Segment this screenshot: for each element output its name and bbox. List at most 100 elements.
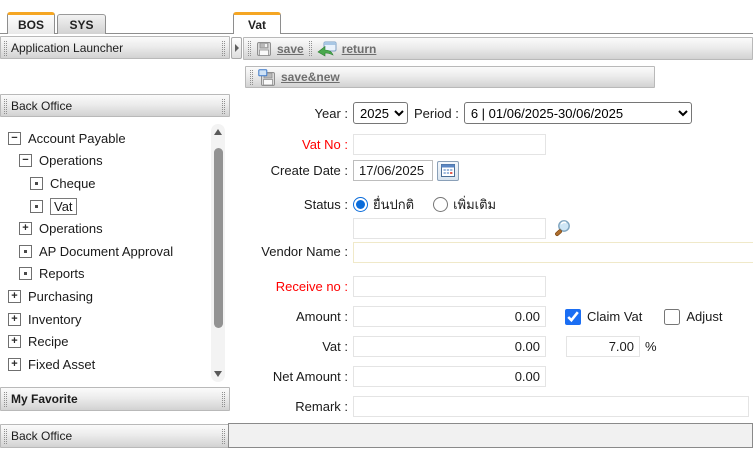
tree-item: + Fixed Asset — [0, 353, 208, 376]
application-launcher-title: Application Launcher — [1, 41, 123, 55]
tree-item: −Account Payable — [0, 127, 208, 150]
floppy-disk-new-icon — [258, 69, 276, 86]
remark-input[interactable] — [353, 396, 749, 417]
adjust-label[interactable]: Adjust — [686, 309, 722, 324]
scroll-down-icon[interactable] — [214, 371, 222, 377]
save-button[interactable]: save — [256, 41, 304, 57]
collapse-minus-icon[interactable]: − — [19, 154, 32, 167]
status-normal-radio[interactable] — [353, 197, 368, 212]
tree-item-ap-document-approval[interactable]: AP Document Approval — [39, 244, 173, 259]
save-button-label: save — [277, 42, 304, 56]
main-toolbar: save return — [243, 37, 753, 60]
adjust-checkbox[interactable] — [664, 309, 680, 325]
net-amount-input[interactable] — [353, 366, 546, 387]
remark-row: Remark : — [232, 396, 749, 417]
tree-item-cheque[interactable]: Cheque — [50, 176, 96, 191]
collapse-minus-icon[interactable]: − — [8, 132, 21, 145]
save-and-new-button[interactable]: save&new — [258, 69, 340, 86]
expand-plus-icon[interactable]: + — [8, 290, 21, 303]
tree-item-inventory[interactable]: Inventory — [28, 312, 81, 327]
receive-no-label: Receive no : — [232, 279, 348, 294]
vat-no-label: Vat No : — [232, 137, 348, 152]
scrollbar-thumb[interactable] — [214, 148, 223, 328]
tree-item: + Recipe — [0, 330, 208, 353]
gripper-icon — [4, 99, 7, 114]
gripper-icon — [4, 41, 7, 56]
leaf-node-icon — [19, 267, 32, 280]
receive-no-input[interactable] — [353, 276, 546, 297]
status-additional-label[interactable]: เพิ่มเติม — [453, 194, 496, 215]
adjust-wrap: Adjust — [664, 309, 722, 325]
vat-no-row: Vat No : — [232, 134, 546, 155]
net-amount-label: Net Amount : — [232, 369, 348, 384]
tree-scrollbar[interactable] — [211, 124, 225, 382]
status-additional-radio[interactable] — [433, 197, 448, 212]
status-normal-label[interactable]: ยื่นปกติ — [373, 194, 414, 215]
claim-vat-wrap: Claim Vat — [565, 309, 642, 325]
tree-item: AP Document Approval — [0, 240, 208, 263]
scroll-up-icon[interactable] — [214, 129, 222, 135]
application-launcher-header[interactable]: Application Launcher — [0, 36, 230, 59]
tree-item-operations[interactable]: Operations — [39, 153, 103, 168]
expand-plus-icon[interactable]: + — [8, 358, 21, 371]
vat-no-input[interactable] — [353, 134, 546, 155]
vendor-controls — [353, 218, 753, 263]
expand-plus-icon[interactable]: + — [8, 335, 21, 348]
amount-label: Amount : — [232, 309, 348, 324]
vat-label: Vat : — [232, 339, 348, 354]
tree-item-operations-2[interactable]: Operations — [39, 221, 103, 236]
my-favorite-title: My Favorite — [1, 392, 78, 406]
back-office-panel-header[interactable]: Back Office — [0, 94, 230, 117]
back-office-bottom-panel-header[interactable]: Back Office — [0, 424, 230, 448]
expand-plus-icon[interactable]: + — [8, 313, 21, 326]
gripper-icon — [250, 70, 253, 85]
gripper-icon — [222, 429, 225, 444]
vendor-code-line — [353, 218, 753, 239]
year-period-row: Year : 2025 Period : 6 | 01/06/2025-30/0… — [232, 102, 692, 124]
vat-rate-input[interactable] — [566, 336, 640, 357]
tree-item-vat-selected[interactable]: Vat — [50, 198, 77, 215]
leaf-node-icon — [30, 200, 43, 213]
tree-item-reports[interactable]: Reports — [39, 266, 85, 281]
period-select[interactable]: 6 | 01/06/2025-30/06/2025 — [464, 102, 692, 124]
secondary-toolbar: save&new — [245, 66, 655, 88]
create-date-label: Create Date : — [232, 163, 348, 178]
leaf-node-icon — [19, 245, 32, 258]
status-radio-group: ยื่นปกติ เพิ่มเติม — [353, 194, 506, 215]
toolbar-collapse-button[interactable] — [231, 37, 242, 59]
gripper-icon — [309, 41, 312, 56]
expand-plus-icon[interactable]: + — [19, 222, 32, 235]
tree-item-purchasing[interactable]: Purchasing — [28, 289, 93, 304]
return-button[interactable]: return — [317, 41, 377, 57]
vendor-name-input[interactable] — [353, 242, 753, 263]
tree-item-fixed-asset[interactable]: Fixed Asset — [28, 357, 95, 372]
vat-amount-row: Vat : % — [232, 336, 657, 357]
tab-sys[interactable]: SYS — [57, 14, 106, 34]
amount-input[interactable] — [353, 306, 546, 327]
tree-item: + Operations — [0, 217, 208, 240]
year-select[interactable]: 2025 — [353, 102, 408, 124]
gripper-icon — [222, 99, 225, 114]
tree-item: Reports — [0, 263, 208, 286]
my-favorite-panel-header[interactable]: My Favorite — [0, 387, 230, 411]
tree-item: + Purchasing — [0, 285, 208, 308]
search-icon[interactable] — [553, 219, 572, 239]
tree-item: Cheque — [0, 172, 208, 195]
claim-vat-checkbox[interactable] — [565, 309, 581, 325]
vendor-code-input[interactable] — [353, 218, 546, 239]
tab-vat[interactable]: Vat — [233, 12, 281, 34]
tree-item-recipe[interactable]: Recipe — [28, 334, 68, 349]
claim-vat-label[interactable]: Claim Vat — [587, 309, 642, 324]
percent-label: % — [645, 339, 657, 354]
gripper-icon — [222, 41, 225, 56]
calendar-button[interactable] — [437, 161, 459, 181]
tab-bos[interactable]: BOS — [7, 12, 55, 34]
navigation-tree: −Account Payable −Operations Cheque Vat … — [0, 127, 208, 376]
vat-amount-input[interactable] — [353, 336, 546, 357]
year-label: Year : — [232, 106, 348, 121]
app-window: BOS SYS Vat Application Launcher save — [0, 0, 753, 449]
gripper-icon — [4, 392, 7, 407]
create-date-input[interactable] — [353, 160, 433, 181]
tree-item-account-payable[interactable]: Account Payable — [28, 131, 126, 146]
gripper-icon — [222, 392, 225, 407]
